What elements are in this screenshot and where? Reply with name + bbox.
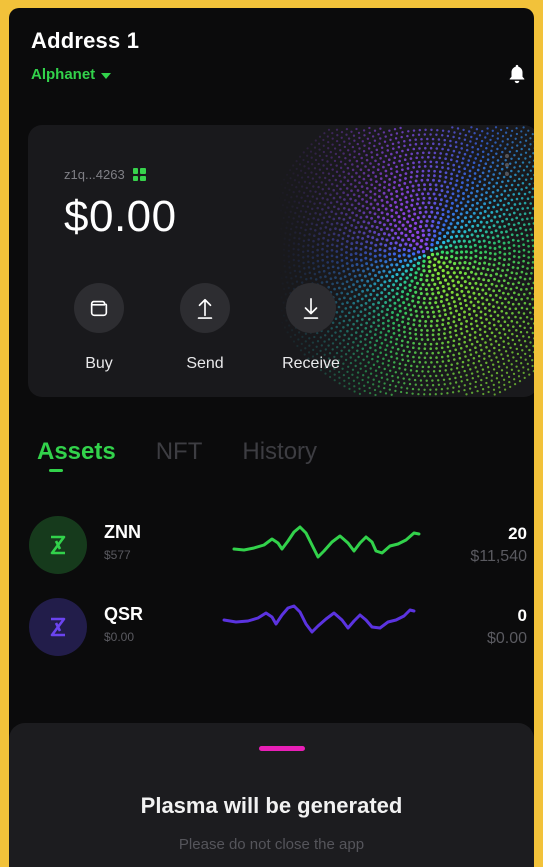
qr-code-icon[interactable]	[132, 168, 146, 181]
tab-history[interactable]: History	[242, 438, 317, 466]
znn-token-icon	[29, 516, 87, 574]
asset-amount: 20	[508, 524, 527, 543]
send-circle[interactable]	[180, 283, 230, 333]
short-address[interactable]: z1q...4263	[64, 167, 146, 182]
bell-icon[interactable]	[506, 62, 528, 86]
header: Address 1 Alphanet	[31, 28, 534, 98]
send-button[interactable]: Send	[174, 283, 236, 373]
arrow-up-icon	[197, 298, 213, 319]
caret-down-icon	[101, 72, 112, 79]
wallet-screen: Address 1 Alphanet z1q...4263 $0.00 Buy …	[9, 8, 534, 867]
arrow-down-icon	[303, 298, 319, 319]
receive-button[interactable]: Receive	[280, 283, 342, 373]
asset-value: $11,540	[470, 548, 527, 565]
tab-bar: Assets NFT History	[37, 438, 317, 466]
asset-amount: 0	[517, 606, 527, 625]
receive-label: Receive	[282, 355, 340, 372]
network-label: Alphanet	[31, 66, 96, 83]
asset-price: $0.00	[104, 630, 135, 644]
list-item-qsr[interactable]: QSR $0.00 0 $0.00	[29, 598, 529, 658]
total-balance: $0.00	[64, 192, 177, 241]
short-address-text: z1q...4263	[64, 167, 125, 182]
balance-card: z1q...4263 $0.00 Buy Send Receive	[28, 125, 534, 397]
asset-symbol: ZNN	[104, 522, 141, 542]
address-title[interactable]: Address 1	[31, 28, 534, 54]
buy-label: Buy	[85, 355, 113, 372]
receive-circle[interactable]	[286, 283, 336, 333]
network-selector[interactable]: Alphanet	[31, 66, 534, 83]
list-item-znn[interactable]: ZNN $577 20 $11,540	[29, 516, 529, 576]
asset-value: $0.00	[486, 630, 527, 647]
qsr-token-icon	[29, 598, 87, 656]
send-label: Send	[186, 355, 224, 372]
buy-circle[interactable]	[74, 283, 124, 333]
active-tab-indicator	[49, 469, 63, 472]
buy-button[interactable]: Buy	[68, 283, 130, 373]
tab-assets[interactable]: Assets	[37, 438, 116, 466]
znn-sparkline	[232, 525, 421, 559]
asset-symbol: QSR	[104, 604, 144, 624]
asset-price: $577	[104, 548, 131, 562]
sheet-title: Plasma will be generated	[140, 793, 403, 818]
qsr-sparkline	[222, 604, 416, 634]
plasma-bottom-sheet: Plasma will be generated Please do not c…	[9, 723, 534, 867]
wallet-icon	[90, 300, 108, 317]
tab-nft[interactable]: NFT	[156, 438, 203, 466]
sheet-subtitle: Please do not close the app	[178, 836, 365, 853]
sheet-handle[interactable]	[259, 746, 305, 751]
action-buttons: Buy Send Receive	[68, 283, 342, 373]
more-options-button[interactable]	[492, 147, 522, 183]
